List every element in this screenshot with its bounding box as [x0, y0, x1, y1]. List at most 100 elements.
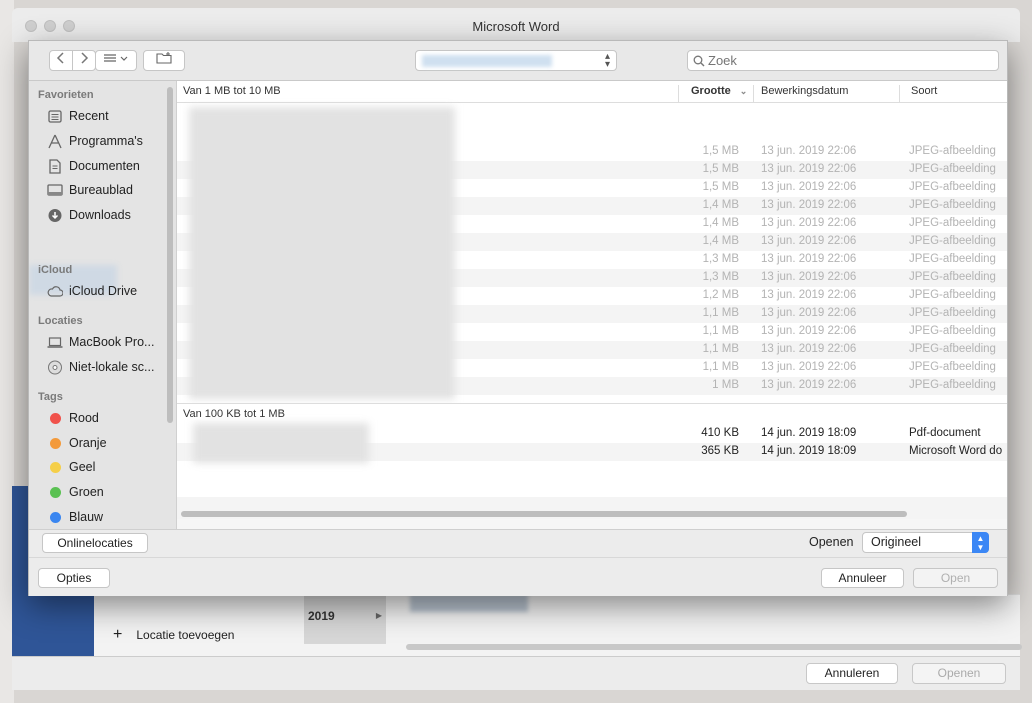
options-button[interactable]: Opties	[38, 568, 110, 588]
open-file-dialog: ▴▾ Favorieten Recent Programma's Documen…	[28, 40, 1008, 596]
file-size: 1,2 MB	[702, 289, 739, 301]
chevron-right-icon: ▶	[375, 611, 382, 620]
size-column-label: Grootte	[691, 85, 731, 97]
sidebar-tag-orange[interactable]: Oranje	[47, 433, 175, 453]
cancel-button[interactable]: Annuleer	[821, 568, 904, 588]
sidebar-item-label: Niet-lokale sc...	[69, 360, 155, 374]
open-options-bar: Onlinelocaties Openen Origineel ▲ ▼	[29, 529, 1007, 557]
sidebar-item-label: MacBook Pro...	[69, 335, 155, 349]
cloud-icon	[47, 286, 63, 297]
back-button[interactable]	[49, 50, 73, 71]
file-size: 1,1 MB	[702, 307, 739, 319]
horizontal-scrollbar[interactable]	[181, 511, 907, 517]
sidebar-item-applications[interactable]: Programma's	[47, 131, 175, 151]
file-size: 1,1 MB	[702, 343, 739, 355]
documents-icon	[49, 159, 61, 174]
sidebar-item-recent[interactable]: Recent	[47, 106, 175, 126]
window-titlebar: Microsoft Word	[12, 8, 1020, 42]
view-options-button[interactable]	[95, 50, 137, 71]
new-folder-icon	[156, 52, 172, 64]
background-year-column[interactable]: 2019 ▶	[304, 594, 386, 644]
downloads-icon	[48, 209, 62, 222]
sidebar-item-label: Recent	[69, 109, 109, 123]
sidebar-tag-blue[interactable]: Blauw	[47, 507, 175, 527]
file-kind: JPEG-afbeelding	[909, 253, 996, 265]
sidebar-item-remote-disc[interactable]: Niet-lokale sc...	[47, 357, 175, 377]
laptop-icon	[47, 337, 63, 348]
file-size: 1,3 MB	[702, 271, 739, 283]
sidebar-tag-yellow[interactable]: Geel	[47, 457, 175, 477]
desktop-icon	[47, 184, 63, 196]
size-column-header[interactable]: Grootte ⌄	[691, 85, 747, 97]
location-selector[interactable]: ▴ ▾	[415, 50, 617, 71]
icloud-header: iCloud	[38, 264, 73, 276]
tags-header: Tags	[38, 391, 63, 403]
file-kind: JPEG-afbeelding	[909, 145, 996, 157]
tag-dot-icon	[50, 487, 61, 498]
tag-dot-icon	[50, 462, 61, 473]
column-divider	[753, 85, 754, 103]
file-date: 13 jun. 2019 22:06	[761, 235, 857, 247]
redacted-file-names	[193, 423, 369, 463]
file-size: 1,3 MB	[702, 253, 739, 265]
tag-dot-icon	[50, 438, 61, 449]
plus-icon: +	[113, 626, 123, 643]
file-list: Van 1 MB tot 10 MB Grootte ⌄ Bewerkingsd…	[177, 81, 1007, 519]
file-kind: JPEG-afbeelding	[909, 325, 996, 337]
file-date: 13 jun. 2019 22:06	[761, 361, 857, 373]
sidebar-item-icloud-drive[interactable]: iCloud Drive	[47, 281, 175, 301]
file-date: 13 jun. 2019 22:06	[761, 145, 857, 157]
file-size: 1,5 MB	[702, 145, 739, 157]
online-locations-button[interactable]: Onlinelocaties	[42, 533, 148, 553]
new-folder-button[interactable]	[143, 50, 185, 71]
forward-button[interactable]	[72, 50, 96, 71]
locations-header: Locaties	[38, 315, 83, 327]
search-field[interactable]	[687, 50, 999, 71]
background-cancel-button[interactable]: Annuleren	[806, 663, 898, 684]
sidebar-item-label: Geel	[69, 460, 96, 474]
background-scrollbar[interactable]	[406, 644, 1022, 650]
file-kind: JPEG-afbeelding	[909, 379, 996, 391]
date-column-header[interactable]: Bewerkingsdatum	[761, 85, 848, 97]
file-date: 13 jun. 2019 22:06	[761, 307, 857, 319]
sidebar-item-label: Bureaublad	[69, 183, 133, 197]
file-date: 13 jun. 2019 22:06	[761, 163, 857, 175]
file-date: 13 jun. 2019 22:06	[761, 379, 857, 391]
file-kind: Microsoft Word do	[909, 445, 1003, 457]
sidebar-item-label: Documenten	[69, 159, 140, 173]
column-divider	[899, 85, 900, 103]
add-location-label: Locatie toevoegen	[136, 628, 235, 642]
file-size: 1 MB	[712, 379, 739, 391]
sidebar-item-label: Downloads	[69, 208, 131, 222]
file-date: 14 jun. 2019 18:09	[761, 427, 857, 439]
dialog-toolbar: ▴ ▾	[29, 41, 1007, 81]
sidebar-item-macbook[interactable]: MacBook Pro...	[47, 332, 175, 352]
file-date: 13 jun. 2019 22:06	[761, 343, 857, 355]
sidebar-item-label: Blauw	[69, 510, 104, 524]
sidebar-item-documents[interactable]: Documenten	[47, 156, 175, 176]
file-size: 1,1 MB	[702, 325, 739, 337]
sidebar: Favorieten Recent Programma's Documenten…	[29, 81, 177, 529]
sidebar-item-downloads[interactable]: Downloads	[47, 205, 175, 225]
empty-row	[177, 479, 1007, 497]
sidebar-tag-red[interactable]: Rood	[47, 408, 175, 428]
sidebar-item-desktop[interactable]: Bureaublad	[47, 180, 175, 200]
search-input[interactable]	[708, 53, 988, 68]
file-date: 13 jun. 2019 22:06	[761, 253, 857, 265]
kind-column-header[interactable]: Soort	[911, 85, 937, 97]
sidebar-tag-green[interactable]: Groen	[47, 482, 175, 502]
redacted-location-name	[422, 55, 552, 67]
file-kind: JPEG-afbeelding	[909, 307, 996, 319]
year-label: 2019	[308, 609, 335, 623]
list-view-icon	[104, 54, 128, 62]
file-size: 365 KB	[701, 445, 739, 457]
open-button[interactable]: Open	[913, 568, 998, 588]
background-open-button[interactable]: Openen	[912, 663, 1006, 684]
file-size: 1,4 MB	[702, 199, 739, 211]
file-date: 13 jun. 2019 22:06	[761, 289, 857, 301]
dialog-button-bar: Opties Annuleer Open	[29, 557, 1007, 596]
recent-icon	[48, 110, 62, 123]
add-location-button[interactable]: + Locatie toevoegen	[113, 626, 234, 644]
sidebar-scrollbar[interactable]	[167, 87, 173, 423]
open-format-select[interactable]: Origineel ▲ ▼	[862, 532, 989, 553]
